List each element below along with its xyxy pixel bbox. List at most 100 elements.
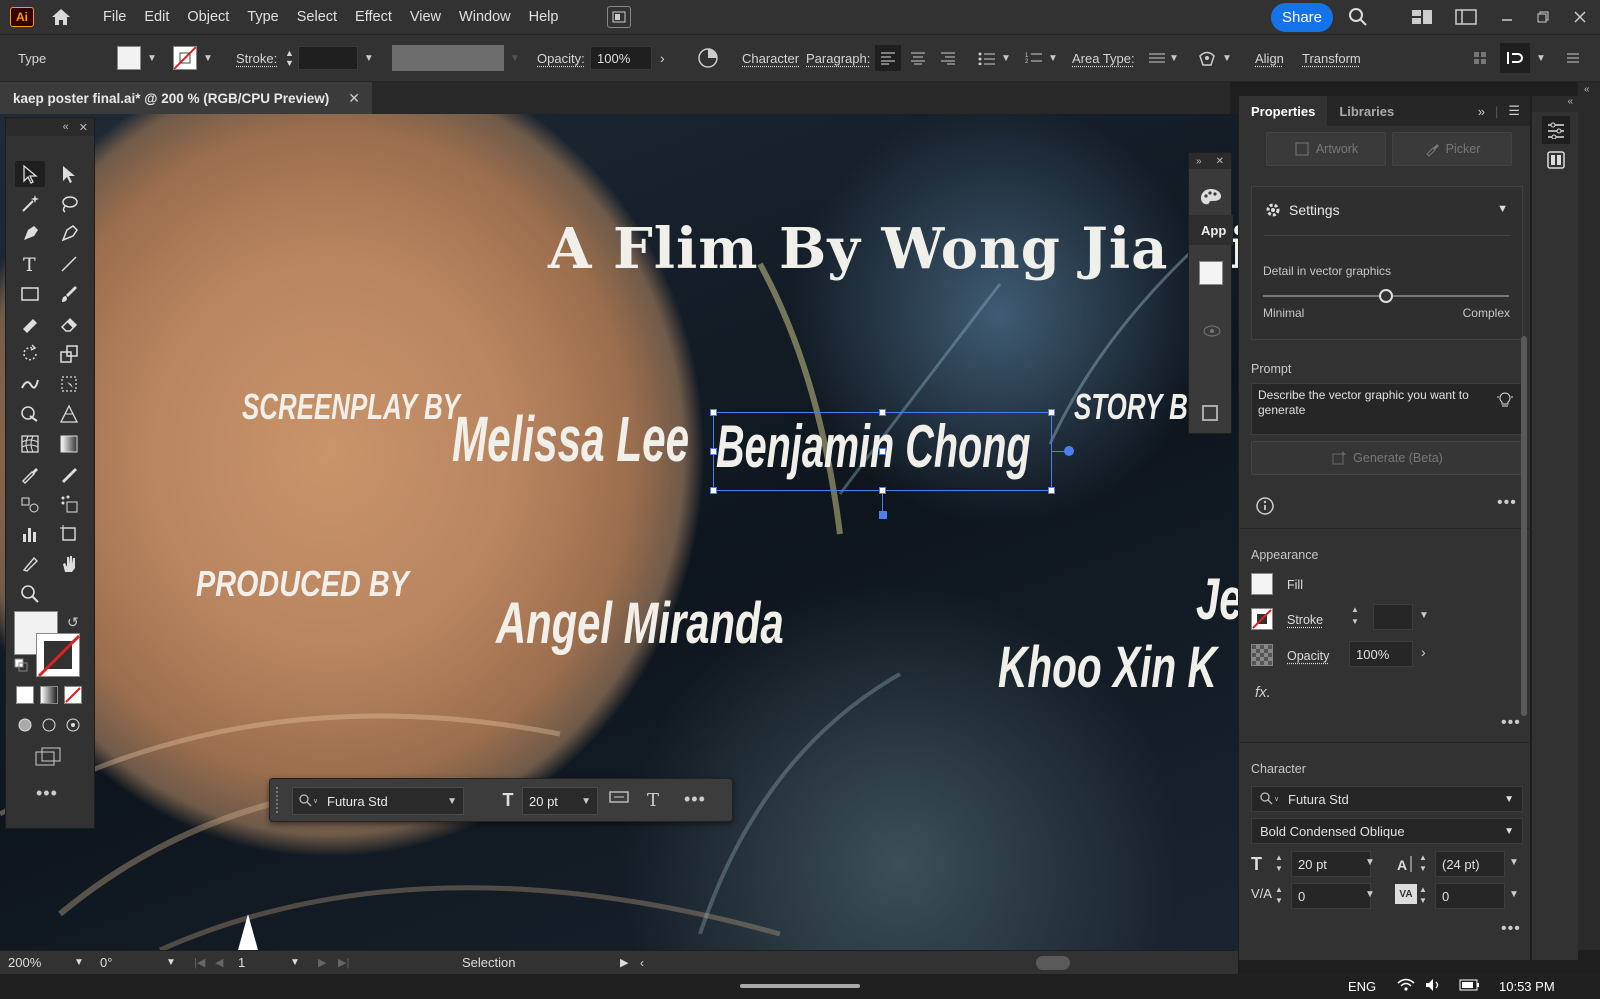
rectangle-tool-icon[interactable]	[15, 281, 45, 307]
close-icon[interactable]	[1568, 6, 1592, 28]
artboard-dropdown-icon[interactable]: ▼	[290, 957, 300, 968]
font-size-field[interactable]: 20 pt ▼	[522, 787, 598, 815]
appearance-fill-swatch[interactable]	[1251, 573, 1273, 595]
artboard-tool-icon[interactable]	[54, 521, 84, 547]
zoom-level[interactable]: 200%	[8, 955, 41, 970]
color-mode-icon[interactable]	[16, 686, 34, 704]
eyedropper-tool-icon[interactable]	[15, 461, 45, 487]
draw-normal-icon[interactable]	[16, 716, 38, 734]
font-size-stepper[interactable]: ▲ ▼	[1275, 852, 1287, 876]
visibility-eye-icon[interactable]	[1203, 325, 1223, 339]
drag-grip-icon[interactable]	[276, 787, 280, 813]
share-button[interactable]: Share	[1271, 3, 1333, 32]
story-name-partial[interactable]: Je	[1196, 566, 1240, 633]
character-more-icon[interactable]: •••	[1501, 920, 1521, 938]
first-artboard-icon[interactable]: |◀	[194, 956, 205, 969]
opacity-field[interactable]: 100%	[590, 46, 652, 70]
area-type-label[interactable]: Area Type:	[1072, 35, 1135, 81]
align-link[interactable]: Align	[1255, 35, 1284, 81]
stroke-weight-stepper[interactable]: ▲ ▼	[1351, 604, 1365, 630]
generate-button[interactable]: Generate (Beta)	[1251, 441, 1523, 475]
rotation-dropdown-icon[interactable]: ▼	[166, 957, 176, 968]
default-fill-stroke-icon[interactable]	[14, 658, 28, 672]
leading-field[interactable]: (24 pt)	[1435, 851, 1505, 877]
recolor-artwork-icon[interactable]	[697, 35, 719, 81]
tracking-field[interactable]: 0	[1435, 883, 1505, 909]
area-type-options-icon[interactable]: ▼	[1148, 35, 1179, 81]
horizontal-scrollbar-thumb[interactable]	[1036, 956, 1070, 970]
artwork-button[interactable]: Artwork	[1266, 132, 1386, 166]
rotation-value[interactable]: 0°	[100, 955, 112, 970]
type-options-icon[interactable]: T	[644, 789, 668, 811]
puppet-warp-icon[interactable]: ▼	[1197, 35, 1232, 81]
menu-effect[interactable]: Effect	[346, 9, 401, 25]
selection-handle[interactable]	[879, 487, 886, 494]
stroke-label[interactable]: Stroke	[1287, 613, 1323, 627]
align-left-icon[interactable]	[875, 35, 901, 81]
scroll-left-icon[interactable]: ‹	[640, 956, 644, 970]
kerning-dropdown-icon[interactable]: ▼	[1365, 889, 1375, 900]
appearance-more-icon[interactable]: •••	[1501, 714, 1521, 732]
search-icon[interactable]	[1346, 6, 1370, 28]
selection-tool-icon[interactable]	[15, 161, 45, 187]
produced-label[interactable]: PRODUCED BY	[196, 563, 409, 605]
info-icon[interactable]	[1255, 496, 1275, 516]
slice-tool-icon[interactable]	[15, 551, 45, 577]
measure-tool-icon[interactable]	[54, 461, 84, 487]
collapse-panels-icon[interactable]: »	[1478, 104, 1485, 119]
selection-handle[interactable]	[710, 487, 717, 494]
tab-properties[interactable]: Properties	[1239, 96, 1328, 126]
more-options-icon[interactable]: •••	[684, 789, 714, 811]
opacity-label[interactable]: Opacity	[1287, 649, 1329, 663]
menu-help[interactable]: Help	[520, 9, 568, 25]
screenplay-label[interactable]: SCREENPLAY BY	[242, 386, 460, 428]
opacity-expand-icon[interactable]: ›	[1421, 644, 1426, 660]
stroke-color-swatch[interactable]	[36, 633, 81, 678]
properties-dock-icon[interactable]	[1542, 116, 1570, 144]
prompt-input[interactable]: Describe the vector graphic you want to …	[1251, 383, 1523, 435]
line-tool-icon[interactable]	[54, 251, 84, 277]
next-artboard-icon[interactable]: ▶	[318, 956, 326, 969]
type-handle[interactable]	[879, 511, 887, 519]
poster-title[interactable]: A Flim By Wong Jia Yi	[548, 216, 1240, 282]
zoom-tool-icon[interactable]	[15, 581, 45, 607]
wifi-icon[interactable]	[1397, 978, 1415, 995]
menu-object[interactable]: Object	[178, 9, 238, 25]
detail-slider-thumb[interactable]	[1379, 289, 1393, 303]
restore-icon[interactable]	[1531, 6, 1555, 28]
arrange-documents-icon[interactable]	[607, 6, 632, 28]
appearance-stroke-swatch[interactable]	[1251, 608, 1273, 630]
edit-toolbar-icon[interactable]: •••	[36, 783, 58, 804]
panel-scrollbar[interactable]	[1521, 336, 1527, 716]
menu-edit[interactable]: Edit	[135, 9, 178, 25]
story-label[interactable]: STORY BY	[1074, 386, 1205, 428]
column-graph-tool-icon[interactable]	[15, 521, 45, 547]
free-transform-tool-icon[interactable]	[54, 371, 84, 397]
eraser-tool-icon[interactable]	[54, 311, 84, 337]
detail-slider-track[interactable]	[1263, 289, 1509, 303]
font-size-dropdown-icon[interactable]: ▼	[1365, 857, 1375, 868]
type-tool-icon[interactable]: T	[15, 251, 45, 277]
gradient-mode-icon[interactable]	[40, 686, 58, 704]
selection-handle[interactable]	[879, 448, 886, 455]
expand-panel-icon[interactable]: »	[1196, 156, 1202, 167]
variable-width-profile[interactable]: ▼	[392, 35, 520, 81]
home-icon[interactable]	[48, 5, 74, 29]
kerning-stepper[interactable]: ▲ ▼	[1275, 884, 1287, 908]
numbered-list-icon[interactable]: 1 2 ▼	[1025, 35, 1058, 81]
stroke-weight-stepper[interactable]: ▲ ▼ ▼	[285, 35, 374, 81]
panel-layout-icon[interactable]	[1454, 6, 1478, 28]
system-clock[interactable]: 10:53 PM	[1499, 979, 1555, 994]
kerning-field[interactable]: 0	[1291, 883, 1371, 909]
character-link[interactable]: Character	[742, 35, 799, 81]
status-menu-icon[interactable]: ▶	[620, 956, 628, 969]
leading-dropdown-icon[interactable]: ▼	[1509, 857, 1519, 868]
tab-libraries[interactable]: Libraries	[1327, 96, 1406, 126]
close-panel-icon[interactable]: ✕	[1216, 156, 1224, 167]
produced-name[interactable]: Angel Miranda	[496, 590, 784, 657]
transform-link[interactable]: Transform	[1302, 35, 1361, 81]
close-document-icon[interactable]: ✕	[348, 90, 360, 107]
direct-selection-tool-icon[interactable]	[54, 161, 84, 187]
shaper-tool-icon[interactable]	[15, 311, 45, 337]
menu-window[interactable]: Window	[450, 9, 520, 25]
